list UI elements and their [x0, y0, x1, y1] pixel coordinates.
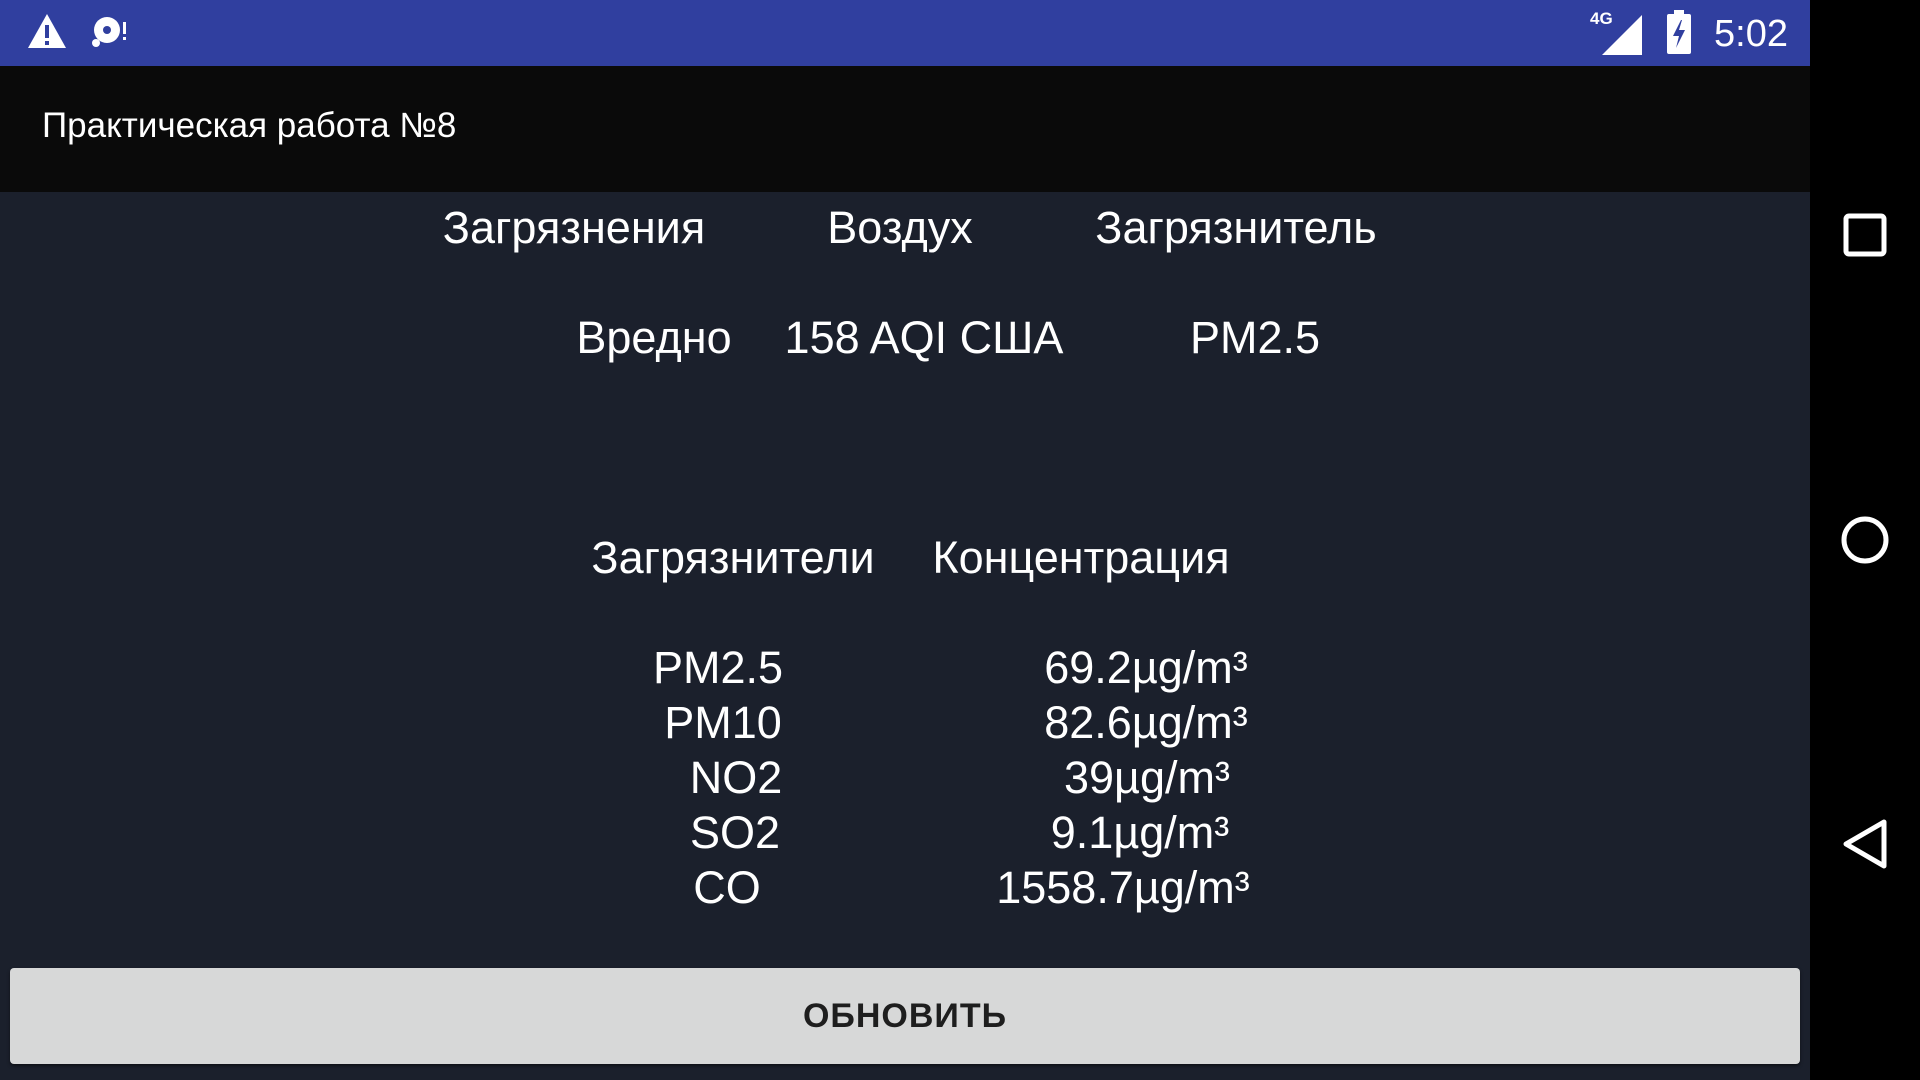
pollutant-value: 1558.7µg/m³ — [996, 862, 1250, 913]
summary-value-aqi: 158 AQI США — [784, 312, 1064, 363]
summary-value-main-pollutant: PM2.5 — [1189, 312, 1321, 363]
status-clock: 5:02 — [1714, 12, 1788, 55]
pollutant-name: PM10 — [664, 697, 782, 748]
status-bar: 4G 5:02 — [0, 0, 1810, 66]
network-type-label: 4G — [1590, 9, 1613, 28]
page-title: Практическая работа №8 — [42, 106, 457, 145]
back-icon[interactable] — [1835, 814, 1895, 874]
summary-header-pollutant: Загрязнитель — [1095, 202, 1377, 253]
pollutant-name: SO2 — [689, 807, 781, 858]
main-content: Загрязнения Воздух Загрязнитель Вредно 1… — [0, 192, 1810, 1080]
pollutant-value: 82.6µg/m³ — [1044, 697, 1248, 748]
pollutant-name: PM2.5 — [652, 642, 784, 693]
warning-icon — [26, 12, 68, 54]
table-header-pollutants: Загрязнители — [591, 532, 875, 583]
signal-icon: 4G — [1590, 9, 1644, 57]
pollutant-value: 9.1µg/m³ — [1050, 807, 1230, 858]
pollutant-value: 39µg/m³ — [1064, 752, 1230, 803]
home-icon[interactable] — [1835, 510, 1895, 570]
recents-icon[interactable] — [1835, 205, 1895, 265]
battery-charging-icon — [1666, 10, 1692, 58]
summary-header-air: Воздух — [827, 202, 973, 253]
pollutant-value: 69.2µg/m³ — [1044, 642, 1248, 693]
summary-value-level: Вредно — [576, 312, 732, 363]
summary-header-pollution: Загрязнения — [442, 202, 706, 253]
pollutant-name: CO — [693, 862, 761, 913]
table-header-concentration: Концентрация — [932, 532, 1230, 583]
pollutant-name: NO2 — [689, 752, 783, 803]
refresh-button[interactable]: ОБНОВИТЬ — [10, 968, 1800, 1064]
notification-icon — [90, 12, 132, 54]
navigation-bar — [1810, 0, 1920, 1080]
app-toolbar: Практическая работа №8 — [0, 66, 1810, 192]
